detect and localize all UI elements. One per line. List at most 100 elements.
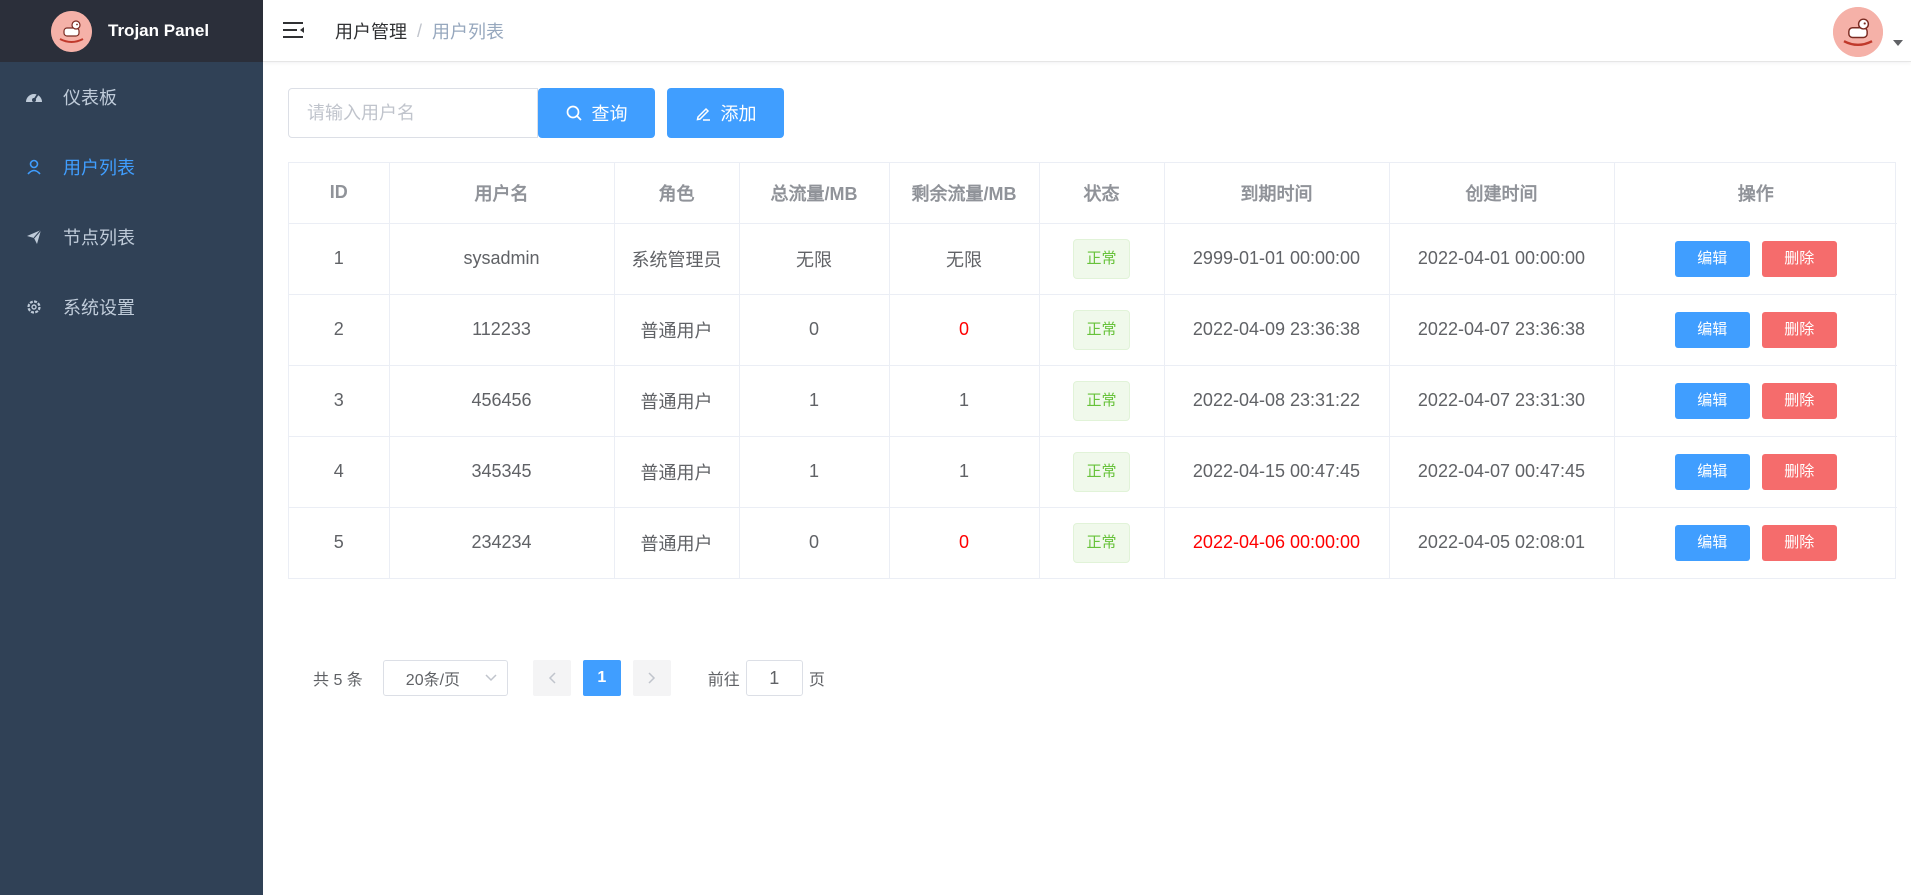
sidebar: Trojan Panel 仪表板 用户列表 节点列表 系统设置 — [0, 0, 263, 895]
sidebar-item-users[interactable]: 用户列表 — [0, 132, 263, 202]
cell-id: 2 — [289, 294, 390, 366]
hamburger-menu-icon[interactable] — [283, 20, 305, 40]
rocking-horse-logo-icon — [51, 10, 92, 52]
cell-created-time: 2022-04-07 23:31:30 — [1389, 365, 1615, 437]
cell-actions: 编辑 删除 — [1614, 294, 1897, 366]
prev-page-button[interactable] — [532, 660, 571, 696]
edit-button[interactable]: 编辑 — [1674, 311, 1750, 348]
pagination-total: 共 5 条 — [313, 672, 363, 689]
page-size-select[interactable]: 20条/页 — [382, 660, 508, 696]
delete-button[interactable]: 删除 — [1761, 453, 1837, 490]
cell-username: 456456 — [389, 365, 615, 437]
cell-remaining-quota: 1 — [889, 436, 1040, 508]
cell-status: 正常 — [1039, 223, 1165, 295]
cell-status: 正常 — [1039, 365, 1165, 437]
cell-actions: 编辑 删除 — [1614, 365, 1897, 437]
chevron-down-icon — [485, 669, 497, 687]
jump-suffix: 页 — [808, 672, 825, 689]
user-table: ID 用户名 角色 总流量/MB 剩余流量/MB 状态 到期时间 创建时间 操作… — [288, 162, 1897, 579]
avatar[interactable] — [1833, 7, 1883, 57]
cell-actions: 编辑 删除 — [1614, 507, 1897, 578]
cell-role: 普通用户 — [614, 436, 740, 508]
column-header-created-time: 创建时间 — [1389, 163, 1615, 224]
cell-total-quota: 0 — [739, 294, 890, 366]
table-row: 2 112233 普通用户 0 0 正常 2022-04-09 23:36:38… — [289, 294, 1897, 366]
table-row: 5 234234 普通用户 0 0 正常 2022-04-06 00:00:00… — [289, 507, 1897, 578]
cell-id: 5 — [289, 507, 390, 578]
breadcrumb: 用户管理 / 用户列表 — [335, 0, 504, 62]
logo-bar[interactable]: Trojan Panel — [0, 0, 263, 62]
caret-down-icon[interactable] — [1893, 40, 1903, 46]
cell-username: 112233 — [389, 294, 615, 366]
search-toolbar: 查询 添加 — [288, 88, 784, 138]
page-size-value: 20条/页 — [405, 672, 461, 689]
delete-button[interactable]: 删除 — [1761, 382, 1837, 419]
edit-pen-icon — [695, 105, 711, 121]
cell-created-time: 2022-04-07 00:47:45 — [1389, 436, 1615, 508]
delete-button[interactable]: 删除 — [1761, 240, 1837, 277]
cell-username: 234234 — [389, 507, 615, 578]
edit-button[interactable]: 编辑 — [1674, 524, 1750, 561]
column-header-id: ID — [289, 163, 390, 224]
sidebar-item-nodes[interactable]: 节点列表 — [0, 202, 263, 272]
query-button[interactable]: 查询 — [538, 88, 655, 138]
cell-id: 4 — [289, 436, 390, 508]
column-header-status: 状态 — [1039, 163, 1165, 224]
delete-button[interactable]: 删除 — [1761, 311, 1837, 348]
cell-remaining-quota: 0 — [889, 294, 1040, 366]
table-row: 3 456456 普通用户 1 1 正常 2022-04-08 23:31:22… — [289, 365, 1897, 437]
delete-button[interactable]: 删除 — [1761, 524, 1837, 561]
sidebar-item-label: 节点列表 — [63, 228, 135, 248]
cell-created-time: 2022-04-07 23:36:38 — [1389, 294, 1615, 366]
jump-page-input[interactable] — [745, 660, 803, 696]
cell-actions: 编辑 删除 — [1614, 436, 1897, 508]
chevron-left-icon — [548, 672, 556, 684]
sidebar-item-label: 用户列表 — [63, 158, 135, 178]
cell-role: 系统管理员 — [614, 223, 740, 295]
page-number-button[interactable]: 1 — [582, 660, 621, 696]
query-button-label: 查询 — [591, 104, 628, 124]
cell-remaining-quota: 0 — [889, 507, 1040, 578]
chevron-right-icon — [648, 672, 655, 684]
column-header-total-quota: 总流量/MB — [739, 163, 890, 224]
breadcrumb-item-user-management[interactable]: 用户管理 — [335, 18, 407, 44]
breadcrumb-separator: / — [417, 20, 423, 41]
edit-button[interactable]: 编辑 — [1674, 382, 1750, 419]
cell-role: 普通用户 — [614, 365, 740, 437]
status-badge: 正常 — [1073, 309, 1130, 350]
cell-created-time: 2022-04-05 02:08:01 — [1389, 507, 1615, 578]
pagination: 共 5 条 20条/页 1 前往 页 — [313, 660, 825, 696]
edit-button[interactable]: 编辑 — [1674, 240, 1750, 277]
app-root: Trojan Panel 仪表板 用户列表 节点列表 系统设置 用户管理 / 用… — [0, 0, 1911, 895]
column-header-actions: 操作 — [1614, 163, 1897, 224]
column-header-remaining-quota: 剩余流量/MB — [889, 163, 1040, 224]
cell-created-time: 2022-04-01 00:00:00 — [1389, 223, 1615, 295]
cell-expire-time: 2022-04-15 00:47:45 — [1164, 436, 1390, 508]
cell-role: 普通用户 — [614, 507, 740, 578]
sidebar-item-settings[interactable]: 系统设置 — [0, 272, 263, 342]
add-button-label: 添加 — [720, 104, 757, 124]
status-badge: 正常 — [1073, 238, 1130, 279]
sidebar-item-dashboard[interactable]: 仪表板 — [0, 62, 263, 132]
edit-button[interactable]: 编辑 — [1674, 453, 1750, 490]
column-header-expire-time: 到期时间 — [1164, 163, 1390, 224]
cell-actions: 编辑 删除 — [1614, 223, 1897, 295]
status-badge: 正常 — [1073, 522, 1130, 563]
page-jumper: 前往 页 — [708, 660, 825, 696]
add-user-button[interactable]: 添加 — [667, 88, 784, 138]
cell-status: 正常 — [1039, 436, 1165, 508]
cell-id: 1 — [289, 223, 390, 295]
status-badge: 正常 — [1073, 451, 1130, 492]
cell-username: 345345 — [389, 436, 615, 508]
cell-total-quota: 1 — [739, 365, 890, 437]
table-row: 4 345345 普通用户 1 1 正常 2022-04-15 00:47:45… — [289, 436, 1897, 508]
cell-expire-time: 2022-04-09 23:36:38 — [1164, 294, 1390, 366]
column-header-username: 用户名 — [389, 163, 615, 224]
cell-remaining-quota: 无限 — [889, 223, 1040, 295]
username-search-input[interactable] — [288, 88, 538, 138]
top-navbar: 用户管理 / 用户列表 — [263, 0, 1911, 62]
cell-remaining-quota: 1 — [889, 365, 1040, 437]
status-badge: 正常 — [1073, 380, 1130, 421]
next-page-button[interactable] — [632, 660, 671, 696]
sidebar-item-label: 仪表板 — [63, 88, 117, 108]
